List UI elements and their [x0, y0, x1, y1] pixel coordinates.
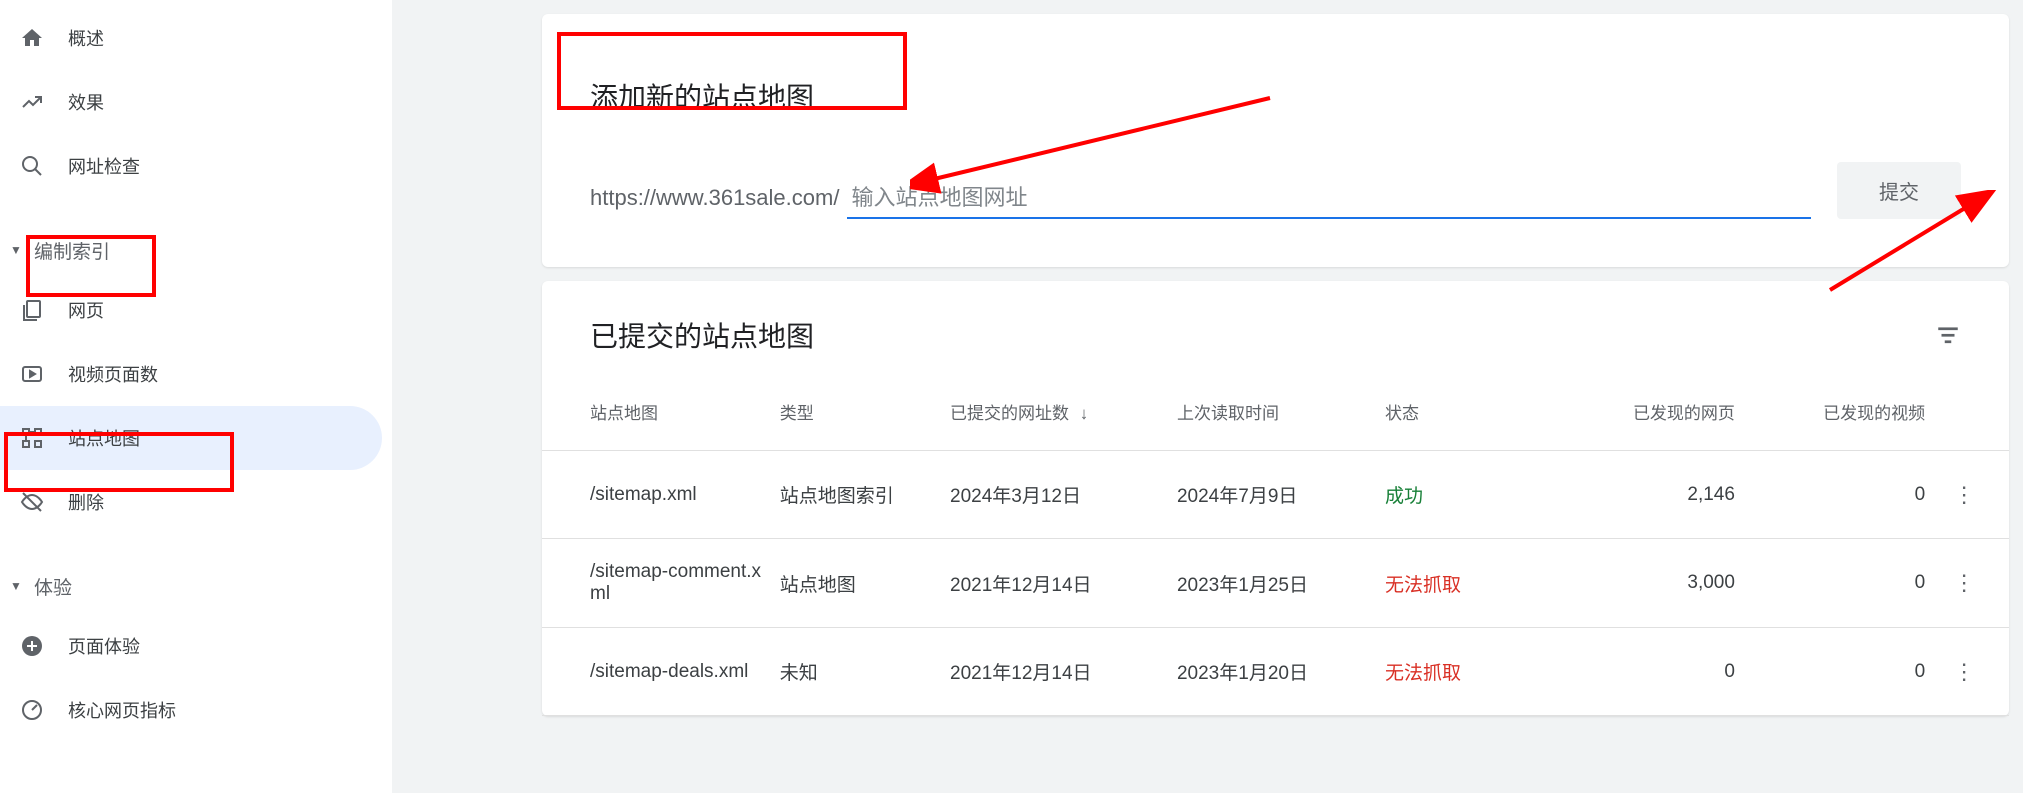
more-icon[interactable]: ⋮	[1953, 570, 1975, 596]
nav-label: 视频页面数	[68, 361, 158, 387]
col-header-pages[interactable]: 已发现的网页	[1555, 399, 1755, 424]
col-header-type[interactable]: 类型	[780, 399, 950, 424]
add-sitemap-card: 添加新的站点地图 https://www.361sale.com/ 提交	[542, 14, 2009, 267]
cell-type: 站点地图	[780, 570, 950, 597]
cell-pages: 0	[1555, 661, 1755, 683]
submitted-sitemaps-card: 已提交的站点地图 站点地图 类型 已提交的网址数 ↓ 上次读取时间 状态 已发现…	[542, 281, 2009, 716]
hide-icon	[18, 488, 46, 516]
nav-pages[interactable]: 网页	[0, 278, 392, 342]
cell-pages: 3,000	[1555, 572, 1755, 594]
table-row[interactable]: /sitemap-comment.xml站点地图2021年12月14日2023年…	[542, 539, 2009, 628]
nav-section-index[interactable]: ▼ 编制索引	[0, 222, 392, 278]
cell-type: 未知	[780, 658, 950, 685]
cell-submitted: 2021年12月14日	[950, 658, 1177, 685]
cell-status: 成功	[1385, 481, 1555, 508]
pages-icon	[18, 296, 46, 324]
url-input-row: https://www.361sale.com/ 提交	[590, 162, 1961, 219]
list-header: 已提交的站点地图	[542, 315, 2009, 373]
chevron-down-icon: ▼	[10, 579, 24, 593]
cell-sitemap: /sitemap.xml	[590, 484, 780, 506]
add-sitemap-title: 添加新的站点地图	[590, 76, 1961, 116]
col-header-status[interactable]: 状态	[1385, 399, 1555, 424]
nav-performance[interactable]: 效果	[0, 70, 392, 134]
nav-core-web-vitals[interactable]: 核心网页指标	[0, 678, 392, 742]
url-prefix: https://www.361sale.com/	[590, 185, 839, 219]
nav-label: 站点地图	[68, 425, 140, 451]
list-title: 已提交的站点地图	[590, 315, 1935, 355]
cell-status: 无法抓取	[1385, 658, 1555, 685]
sidebar: 概述 效果 网址检查 ▼ 编制索引 网页 视频页面数 站点地图	[0, 0, 392, 793]
cell-sitemap: /sitemap-comment.xml	[590, 561, 780, 605]
nav-label: 网址检查	[68, 153, 140, 179]
cell-status: 无法抓取	[1385, 570, 1555, 597]
nav-page-experience[interactable]: 页面体验	[0, 614, 392, 678]
cell-last-read: 2023年1月25日	[1177, 570, 1385, 597]
circle-plus-icon	[18, 632, 46, 660]
table-row[interactable]: /sitemap.xml站点地图索引2024年3月12日2024年7月9日成功2…	[542, 451, 2009, 539]
cell-last-read: 2023年1月20日	[1177, 658, 1385, 685]
sitemap-icon	[18, 424, 46, 452]
more-icon[interactable]: ⋮	[1953, 659, 1975, 685]
main-content: 添加新的站点地图 https://www.361sale.com/ 提交 已提交…	[392, 0, 2023, 793]
cell-submitted: 2024年3月12日	[950, 481, 1177, 508]
sitemap-url-input[interactable]	[847, 179, 1811, 219]
nav-sitemaps[interactable]: 站点地图	[0, 406, 382, 470]
cell-videos: 0	[1755, 484, 1945, 506]
submit-button[interactable]: 提交	[1837, 162, 1961, 219]
chevron-down-icon: ▼	[10, 243, 24, 257]
nav-video-pages[interactable]: 视频页面数	[0, 342, 392, 406]
search-icon	[18, 152, 46, 180]
filter-icon[interactable]	[1935, 322, 1961, 348]
col-header-submitted[interactable]: 已提交的网址数 ↓	[950, 399, 1177, 424]
col-header-sitemap[interactable]: 站点地图	[590, 399, 780, 424]
nav-label: 网页	[68, 297, 104, 323]
nav-url-inspect[interactable]: 网址检查	[0, 134, 392, 198]
home-icon	[18, 24, 46, 52]
cell-last-read: 2024年7月9日	[1177, 481, 1385, 508]
more-icon[interactable]: ⋮	[1953, 482, 1975, 508]
cell-videos: 0	[1755, 572, 1945, 594]
cell-type: 站点地图索引	[780, 481, 950, 508]
nav-label: 删除	[68, 489, 104, 515]
table-row[interactable]: /sitemap-deals.xml未知2021年12月14日2023年1月20…	[542, 628, 2009, 716]
cell-pages: 2,146	[1555, 484, 1755, 506]
gauge-icon	[18, 696, 46, 724]
col-header-last-read[interactable]: 上次读取时间	[1177, 399, 1385, 424]
nav-overview[interactable]: 概述	[0, 6, 392, 70]
sort-down-icon: ↓	[1080, 404, 1089, 423]
nav-label: 核心网页指标	[68, 697, 176, 723]
nav-removals[interactable]: 删除	[0, 470, 392, 534]
section-label: 编制索引	[34, 237, 110, 264]
video-icon	[18, 360, 46, 388]
nav-label: 页面体验	[68, 633, 140, 659]
nav-section-experience[interactable]: ▼ 体验	[0, 558, 392, 614]
nav-label: 概述	[68, 25, 104, 51]
table-head: 站点地图 类型 已提交的网址数 ↓ 上次读取时间 状态 已发现的网页 已发现的视…	[542, 373, 2009, 451]
cell-sitemap: /sitemap-deals.xml	[590, 661, 780, 683]
section-label: 体验	[34, 573, 72, 600]
trend-icon	[18, 88, 46, 116]
nav-label: 效果	[68, 89, 104, 115]
col-header-videos[interactable]: 已发现的视频	[1755, 399, 1945, 424]
cell-videos: 0	[1755, 661, 1945, 683]
cell-submitted: 2021年12月14日	[950, 570, 1177, 597]
sitemap-table: 站点地图 类型 已提交的网址数 ↓ 上次读取时间 状态 已发现的网页 已发现的视…	[542, 373, 2009, 716]
